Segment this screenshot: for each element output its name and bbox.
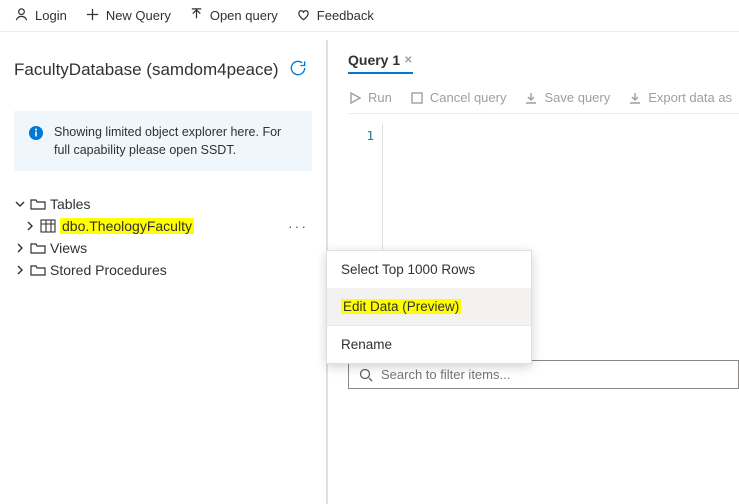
run-button[interactable]: Run	[348, 90, 392, 105]
plus-icon	[85, 7, 100, 25]
tree-node-sprocs[interactable]: Stored Procedures	[14, 259, 312, 281]
login-label: Login	[35, 8, 67, 23]
folder-icon	[30, 263, 46, 277]
sprocs-label: Stored Procedures	[50, 262, 167, 278]
database-title: FacultyDatabase (samdom4peace)	[14, 60, 279, 80]
feedback-button[interactable]: Feedback	[296, 7, 374, 25]
object-tree: Tables dbo.TheologyFaculty ··· Views Sto…	[14, 193, 312, 281]
gutter-line-1: 1	[348, 128, 374, 143]
search-icon	[359, 368, 373, 382]
cancel-query-button[interactable]: Cancel query	[410, 90, 507, 105]
info-banner: Showing limited object explorer here. Fo…	[14, 111, 312, 171]
tree-node-tables[interactable]: Tables	[14, 193, 312, 215]
login-button[interactable]: Login	[14, 7, 67, 25]
tree-node-views[interactable]: Views	[14, 237, 312, 259]
cancel-label: Cancel query	[430, 90, 507, 105]
download-icon	[524, 91, 538, 105]
filter-search-box[interactable]	[348, 360, 739, 389]
play-icon	[348, 91, 362, 105]
top-toolbar: Login New Query Open query Feedback	[0, 0, 739, 32]
refresh-button[interactable]	[288, 58, 308, 81]
open-query-button[interactable]: Open query	[189, 7, 278, 25]
tree-node-table-item[interactable]: dbo.TheologyFaculty ···	[14, 215, 312, 237]
object-explorer-sidebar: FacultyDatabase (samdom4peace) Showing l…	[0, 32, 326, 504]
close-icon[interactable]: ✕	[404, 55, 412, 66]
square-icon	[410, 91, 424, 105]
ctx-edit-data[interactable]: Edit Data (Preview)	[327, 288, 531, 325]
query-tab-bar: Query 1 ✕	[348, 48, 739, 74]
download-icon	[628, 91, 642, 105]
folder-icon	[30, 241, 46, 255]
open-query-label: Open query	[210, 8, 278, 23]
info-text: Showing limited object explorer here. Fo…	[54, 123, 298, 159]
export-label: Export data as	[648, 90, 732, 105]
filter-input[interactable]	[381, 367, 728, 382]
tab-query-1[interactable]: Query 1 ✕	[348, 48, 413, 74]
query-action-bar: Run Cancel query Save query Export data …	[348, 90, 739, 114]
chevron-down-icon	[14, 198, 26, 210]
table-item-more-button[interactable]: ···	[288, 218, 312, 234]
save-query-button[interactable]: Save query	[524, 90, 610, 105]
new-query-label: New Query	[106, 8, 171, 23]
folder-icon	[30, 197, 46, 211]
ctx-rename[interactable]: Rename	[327, 326, 531, 363]
heart-icon	[296, 7, 311, 25]
ctx-edit-data-label: Edit Data (Preview)	[341, 299, 461, 314]
ctx-select-top-1000[interactable]: Select Top 1000 Rows	[327, 251, 531, 288]
upload-icon	[189, 7, 204, 25]
tables-label: Tables	[50, 196, 90, 212]
table-item-label: dbo.TheologyFaculty	[60, 218, 194, 234]
chevron-right-icon	[14, 264, 26, 276]
export-data-button[interactable]: Export data as	[628, 90, 732, 105]
chevron-right-icon	[24, 220, 36, 232]
new-query-button[interactable]: New Query	[85, 7, 171, 25]
database-header: FacultyDatabase (samdom4peace)	[14, 58, 312, 81]
chevron-right-icon	[14, 242, 26, 254]
run-label: Run	[368, 90, 392, 105]
table-context-menu: Select Top 1000 Rows Edit Data (Preview)…	[326, 250, 532, 364]
save-label: Save query	[544, 90, 610, 105]
tab-label: Query 1	[348, 52, 400, 68]
views-label: Views	[50, 240, 87, 256]
info-icon	[28, 123, 44, 159]
refresh-icon	[288, 58, 308, 78]
table-icon	[40, 219, 56, 233]
feedback-label: Feedback	[317, 8, 374, 23]
user-icon	[14, 7, 29, 25]
